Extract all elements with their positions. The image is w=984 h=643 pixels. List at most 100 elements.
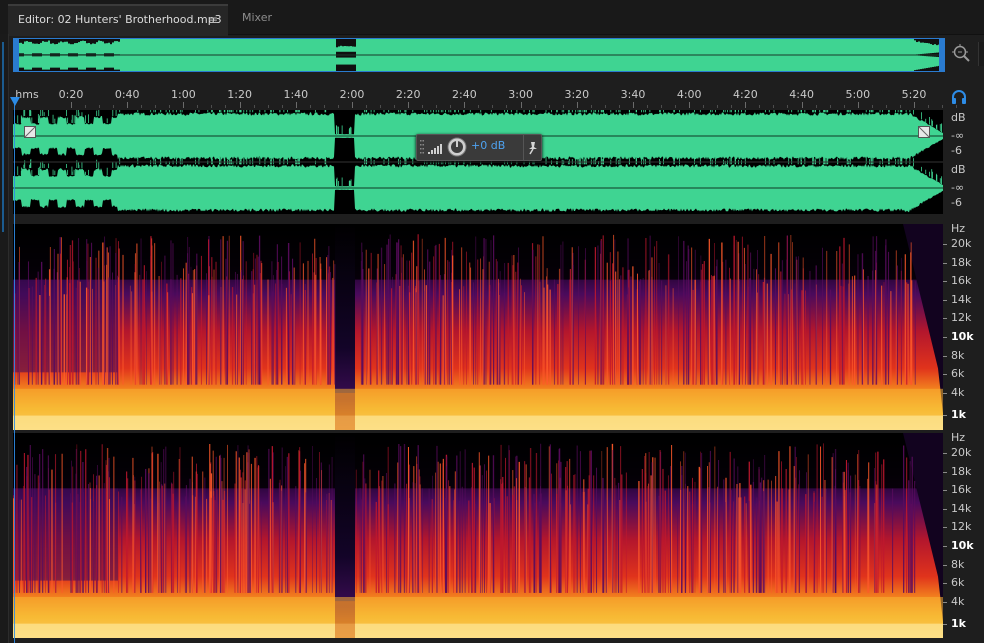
left-panel-edge: [0, 34, 9, 643]
ruler-minor-tick: [281, 105, 283, 108]
tab-editor[interactable]: Editor: 02 Hunters' Brotherhood.mp3 ≡: [8, 4, 228, 36]
ruler-minor-tick: [562, 105, 564, 108]
frequency-tick: [943, 624, 947, 626]
frequency-tick: [943, 508, 947, 510]
amp-minus6-1: -6: [951, 144, 962, 157]
ruler-minor-tick: [647, 105, 648, 108]
ruler-label: 1:40: [283, 88, 309, 101]
frequency-label: 18k: [951, 464, 972, 478]
tab-mixer[interactable]: Mixer: [230, 4, 312, 34]
zoom-magnifier-icon[interactable]: [950, 42, 972, 64]
volume-knob-icon[interactable]: [447, 137, 467, 157]
ruler-minor-tick: [253, 105, 255, 108]
overview-navigator[interactable]: [13, 38, 945, 72]
ruler-minor-tick: [731, 105, 733, 108]
ruler-minor-tick: [113, 105, 114, 108]
ruler-minor-tick: [169, 105, 171, 108]
ruler-tick: [295, 102, 297, 108]
headphones-icon[interactable]: [951, 89, 967, 105]
ruler-minor-tick: [422, 105, 424, 108]
ruler-minor-tick: [661, 105, 662, 108]
frequency-unit: Hz: [951, 431, 966, 444]
ruler-label: 4:00: [676, 88, 702, 101]
ruler-minor-tick: [450, 105, 452, 108]
ruler-label: 4:20: [733, 88, 758, 101]
frequency-tick: [943, 318, 947, 320]
frequency-tick: [943, 374, 947, 376]
frequency-tick: [943, 601, 947, 603]
ruler-tick: [408, 102, 410, 108]
ruler-minor-tick: [618, 105, 620, 108]
amp-inf-2: -∞: [951, 181, 965, 194]
level-meter-icon: [427, 140, 445, 154]
ruler-label: 3:00: [508, 88, 533, 101]
frequency-label: 20k: [951, 237, 972, 250]
ruler-minor-tick: [492, 105, 494, 108]
ruler-label: 4:40: [789, 88, 814, 101]
ruler-label: 3:40: [620, 88, 646, 101]
volume-hud[interactable]: +0 dB: [416, 134, 542, 161]
view-divider-grip[interactable]: [500, 215, 528, 229]
frequency-label: 4k: [951, 594, 965, 608]
hud-separator: [523, 135, 524, 160]
ruler-minor-tick: [337, 105, 339, 108]
ruler-tick: [633, 102, 634, 108]
spectral-display-channel-2[interactable]: [13, 433, 943, 638]
spectral-display-channel-1[interactable]: [13, 224, 943, 430]
frequency-tick: [943, 392, 947, 394]
tab-menu-icon[interactable]: ≡: [208, 6, 218, 34]
ruler-minor-tick: [829, 105, 831, 108]
volume-value[interactable]: +0 dB: [471, 139, 505, 152]
ruler-label: 0:40: [114, 88, 140, 101]
right-panel-edge: [978, 42, 984, 66]
frequency-tick: [943, 415, 947, 417]
time-ruler[interactable]: hms 0:20 0:40 1:00 1:20 1:40 2:00 2:20 2:40 3:00…: [13, 86, 957, 108]
frequency-label: 18k: [951, 255, 972, 269]
playhead-handle[interactable]: [10, 97, 20, 106]
frequency-label: 1k: [951, 617, 966, 631]
frequency-label: 12k: [951, 520, 972, 534]
tab-editor-label: Editor: 02 Hunters' Brotherhood.mp3: [18, 13, 222, 26]
frequency-tick: [943, 527, 947, 529]
waveform-display[interactable]: [13, 110, 943, 214]
ruler-minor-tick: [380, 105, 381, 108]
ruler-tick: [576, 102, 578, 108]
ruler-tick: [127, 102, 129, 108]
fade-in-handle[interactable]: [24, 123, 36, 138]
frequency-label: 12k: [951, 311, 972, 325]
frequency-label: 8k: [951, 557, 965, 571]
playhead-line: [14, 104, 15, 643]
frequency-tick: [943, 583, 947, 585]
spectrogram-1: [13, 224, 943, 430]
pin-icon[interactable]: [527, 140, 539, 155]
amp-unit-1: dB: [951, 111, 966, 124]
spectrogram-2: [13, 433, 943, 638]
ruler-minor-tick: [548, 105, 550, 108]
frequency-label: 16k: [951, 483, 972, 497]
ruler-tick: [352, 102, 353, 108]
tab-bar: Editor: 02 Hunters' Brotherhood.mp3 ≡ Mi…: [0, 0, 984, 36]
frequency-tick: [943, 262, 947, 264]
ruler-minor-tick: [815, 105, 817, 108]
ruler-tick: [745, 102, 747, 108]
ruler-minor-tick: [885, 105, 887, 108]
stereo-waveform: [13, 110, 943, 213]
ruler-minor-tick: [843, 105, 845, 108]
hud-grip-icon[interactable]: [420, 138, 424, 157]
vertical-scale[interactable]: dB -∞ -6 dB -∞ -6 Hz 20k 18k 16k 14k 12k 10k 8k…: [943, 108, 984, 643]
frequency-label: 6k: [951, 576, 965, 590]
frequency-tick: [943, 355, 947, 357]
frequency-tick: [943, 546, 947, 547]
ruler-minor-tick: [309, 105, 311, 108]
ruler-minor-tick: [506, 105, 508, 108]
ruler-minor-tick: [787, 105, 789, 108]
fade-out-handle[interactable]: [918, 123, 930, 138]
overview-waveform: [14, 39, 944, 71]
ruler-minor-tick: [85, 105, 86, 108]
ruler-minor-tick: [197, 105, 199, 108]
ruler-label: 1:20: [227, 88, 252, 101]
ruler-tick: [183, 102, 185, 108]
ruler-label: 1:00: [171, 88, 196, 101]
amp-unit-2: dB: [951, 163, 966, 176]
ruler-minor-tick: [211, 105, 213, 108]
